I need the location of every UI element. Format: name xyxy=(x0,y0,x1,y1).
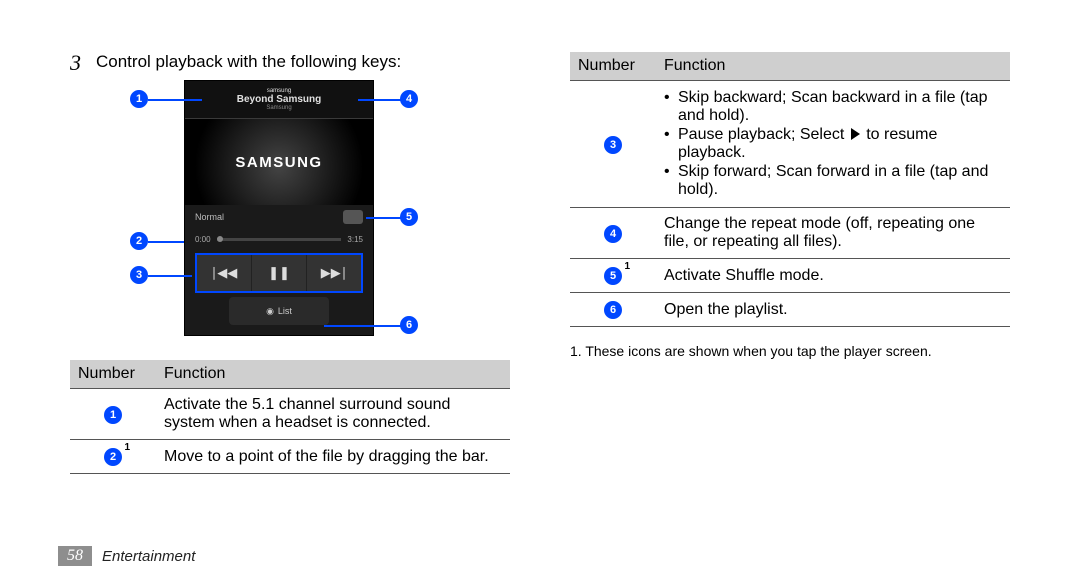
table-row: 51 Activate Shuffle mode. xyxy=(570,259,1010,293)
step-line: 3 Control playback with the following ke… xyxy=(70,52,510,74)
callout-6: 6 xyxy=(400,316,418,334)
left-column: 3 Control playback with the following ke… xyxy=(70,52,510,474)
footnote-ref: 1 xyxy=(624,261,630,272)
callout-line-2 xyxy=(148,241,184,243)
page-footer: 58 Entertainment xyxy=(58,546,195,566)
row-function: Move to a point of the file by dragging … xyxy=(156,440,510,474)
now-playing-artist: Samsung xyxy=(266,105,291,111)
footnote-text: 1. These icons are shown when you tap th… xyxy=(570,343,1010,359)
callout-line-6 xyxy=(324,325,402,327)
callout-2: 2 xyxy=(130,232,148,250)
table-row: 21 Move to a point of the file by draggi… xyxy=(70,440,510,474)
callout-line-4 xyxy=(358,99,402,101)
table-row: 1 Activate the 5.1 channel surround soun… xyxy=(70,389,510,440)
progress-row: 0:00 3:15 xyxy=(185,229,373,249)
row-function: Skip backward; Scan backward in a file (… xyxy=(656,81,1010,208)
table-row: 4 Change the repeat mode (off, repeating… xyxy=(570,208,1010,259)
callout-line-3 xyxy=(148,275,192,277)
playlist-button: ◉ List xyxy=(229,297,329,325)
th-number: Number xyxy=(570,52,656,81)
now-playing-title: Beyond Samsung xyxy=(237,94,321,105)
table-row: 6 Open the playlist. xyxy=(570,293,1010,327)
row-function: Change the repeat mode (off, repeating o… xyxy=(656,208,1010,259)
table-row: 3 Skip backward; Scan backward in a file… xyxy=(570,81,1010,208)
list-label: List xyxy=(278,306,292,316)
footnote-ref: 1 xyxy=(124,442,130,453)
step-number: 3 xyxy=(70,52,88,74)
row-circle: 1 xyxy=(104,406,122,424)
step-text: Control playback with the following keys… xyxy=(96,52,401,72)
callout-line-1 xyxy=(148,99,202,101)
bullet-item: Skip backward; Scan backward in a file (… xyxy=(664,89,1002,125)
right-column: Number Function 3 Skip backward; Scan ba… xyxy=(570,52,1010,474)
next-icon: ▶▶∣ xyxy=(307,255,361,291)
player-illustration: 1 2 3 4 5 6 samsung Beyond Samsung Samsu… xyxy=(100,80,460,350)
playback-controls: ∣◀◀ ❚❚ ▶▶∣ xyxy=(195,253,363,293)
row-function: Open the playlist. xyxy=(656,293,1010,327)
progress-bar xyxy=(217,238,342,241)
callout-4: 4 xyxy=(400,90,418,108)
function-table-left: Number Function 1 Activate the 5.1 chann… xyxy=(70,360,510,474)
eq-row: Normal xyxy=(185,205,373,229)
phone-mock: samsung Beyond Samsung Samsung SAMSUNG N… xyxy=(184,80,374,336)
function-table-right: Number Function 3 Skip backward; Scan ba… xyxy=(570,52,1010,327)
time-elapsed: 0:00 xyxy=(195,235,211,244)
list-icon: ◉ xyxy=(266,306,274,317)
row-circle: 51 xyxy=(604,267,622,285)
time-total: 3:15 xyxy=(347,235,363,244)
album-art: SAMSUNG xyxy=(185,119,373,205)
prev-icon: ∣◀◀ xyxy=(197,255,252,291)
function-bullets: Skip backward; Scan backward in a file (… xyxy=(664,89,1002,199)
th-number: Number xyxy=(70,360,156,389)
phone-header: samsung Beyond Samsung Samsung xyxy=(185,81,373,119)
row-circle: 6 xyxy=(604,301,622,319)
callout-3: 3 xyxy=(130,266,148,284)
play-icon xyxy=(851,128,860,140)
row-circle: 4 xyxy=(604,225,622,243)
row-circle: 21 xyxy=(104,448,122,466)
content-columns: 3 Control playback with the following ke… xyxy=(70,52,1010,474)
th-function: Function xyxy=(656,52,1010,81)
callout-5: 5 xyxy=(400,208,418,226)
bullet-item: Skip forward; Scan forward in a file (ta… xyxy=(664,163,1002,199)
row-function: Activate Shuffle mode. xyxy=(656,259,1010,293)
section-label: Entertainment xyxy=(102,548,195,565)
shuffle-icon xyxy=(343,210,363,224)
callout-line-5 xyxy=(366,217,402,219)
bullet-item: Pause playback; Select to resume playbac… xyxy=(664,126,1002,162)
pause-icon: ❚❚ xyxy=(252,255,307,291)
callout-1: 1 xyxy=(130,90,148,108)
row-circle: 3 xyxy=(604,136,622,154)
eq-mode-label: Normal xyxy=(195,212,224,222)
row-function: Activate the 5.1 channel surround sound … xyxy=(156,389,510,440)
page-number: 58 xyxy=(58,546,92,566)
th-function: Function xyxy=(156,360,510,389)
